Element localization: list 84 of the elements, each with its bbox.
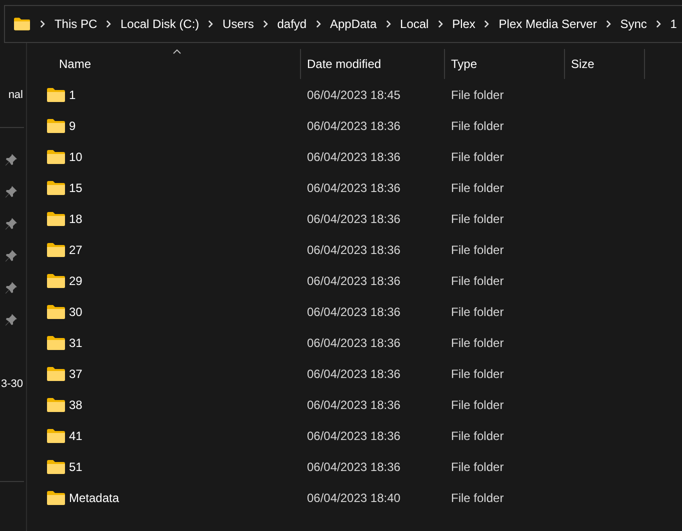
folder-icon [47,242,65,256]
file-name[interactable]: 41 [69,428,82,442]
folder-icon [47,366,65,380]
file-name[interactable]: 18 [69,212,82,226]
column-header[interactable]: Name [45,49,301,79]
breadcrumb-segment[interactable]: dafyd [272,15,312,33]
file-name[interactable]: 38 [69,398,82,412]
breadcrumb-segment[interactable]: Sync [615,15,652,33]
chevron-icon[interactable] [208,20,214,28]
type-cell-text: File folder [450,242,505,256]
breadcrumb-segment[interactable]: Local Disk (C:) [116,15,204,33]
type-cell-text: File folder [450,366,505,380]
chevron-icon[interactable] [386,20,392,28]
chevron-icon[interactable] [656,20,662,28]
nav-item-label[interactable]: 3-30 [0,378,23,390]
breadcrumb-segment[interactable]: 1 [665,15,682,33]
date-modified-cell-text: 06/04/2023 18:36 [306,118,402,132]
date-modified-cell-text: 06/04/2023 18:36 [306,180,402,194]
folder-icon [47,460,65,474]
chevron-icon[interactable] [106,20,112,28]
file-name[interactable]: 30 [69,304,82,318]
type-cell-text: File folder [450,150,505,164]
column-header[interactable]: Date modified [301,49,445,79]
folder-icon [47,150,65,164]
type-cell-text: File folder [450,460,505,474]
type-cell-text: File folder [450,212,505,226]
chevron-icon[interactable] [40,20,46,28]
date-modified-cell-text: 06/04/2023 18:36 [306,460,402,474]
folder-icon [47,304,65,318]
nav-item-label[interactable]: nal [8,89,23,101]
date-modified-cell-text: 06/04/2023 18:40 [306,490,402,504]
type-cell-text: File folder [450,428,505,442]
column-header[interactable]: Type [445,49,565,79]
file-name[interactable]: Metadata [69,490,120,504]
type-cell-text: File folder [450,274,505,288]
file-name[interactable]: 15 [69,180,82,194]
file-name[interactable]: 10 [69,150,82,164]
chevron-icon[interactable] [262,20,268,28]
folder-icon [47,274,65,288]
breadcrumb-segment[interactable]: AppData [324,15,382,33]
file-name[interactable]: 37 [69,366,82,380]
folder-icon [47,336,65,350]
type-cell-text: File folder [450,398,505,412]
file-name[interactable]: 9 [69,118,76,132]
folder-icon [47,88,65,102]
date-modified-cell-text: 06/04/2023 18:36 [306,150,402,164]
date-modified-cell-text: 06/04/2023 18:36 [306,274,402,288]
file-name[interactable]: 29 [69,274,82,288]
date-modified-cell-text: 06/04/2023 18:36 [306,242,402,256]
type-cell-text: File folder [450,304,505,318]
type-cell-text: File folder [450,490,505,504]
folder-icon [14,17,30,31]
chevron-icon[interactable] [438,20,444,28]
chevron-icon[interactable] [484,20,490,28]
file-name[interactable]: 27 [69,242,82,256]
breadcrumb-segment[interactable]: Users [218,15,259,33]
folder-icon [47,180,65,194]
breadcrumb-segment[interactable]: Plex [447,15,480,33]
breadcrumb-segment[interactable]: This PC [49,15,102,33]
file-name[interactable]: 51 [69,460,82,474]
date-modified-cell-text: 06/04/2023 18:36 [306,428,402,442]
address-bar[interactable]: This PC Local Disk (C:) Users dafyd AppData Local Plex Plex Media Server Sync 1 [4,5,682,43]
folder-icon [47,212,65,226]
breadcrumb-segment[interactable]: Local [395,15,434,33]
chevron-icon[interactable] [606,20,612,28]
folder-icon [47,490,65,504]
file-name[interactable]: 31 [69,336,82,350]
column-header[interactable]: Size [565,49,645,79]
date-modified-cell-text: 06/04/2023 18:36 [306,336,402,350]
type-cell-text: File folder [450,336,505,350]
folder-icon [47,428,65,442]
folder-icon [47,118,65,132]
date-modified-cell-text: 06/04/2023 18:36 [306,366,402,380]
type-cell-text: File folder [450,88,505,102]
date-modified-cell-text: 06/04/2023 18:36 [306,304,402,318]
file-name[interactable]: 1 [69,88,76,102]
type-cell-text: File folder [450,118,505,132]
chevron-icon[interactable] [316,20,321,28]
breadcrumb-segment[interactable]: Plex Media Server [494,15,602,33]
folder-icon [47,398,65,412]
date-modified-cell-text: 06/04/2023 18:36 [306,398,402,412]
date-modified-cell-text: 06/04/2023 18:45 [306,88,402,102]
date-modified-cell-text: 06/04/2023 18:36 [306,212,402,226]
type-cell-text: File folder [450,180,505,194]
